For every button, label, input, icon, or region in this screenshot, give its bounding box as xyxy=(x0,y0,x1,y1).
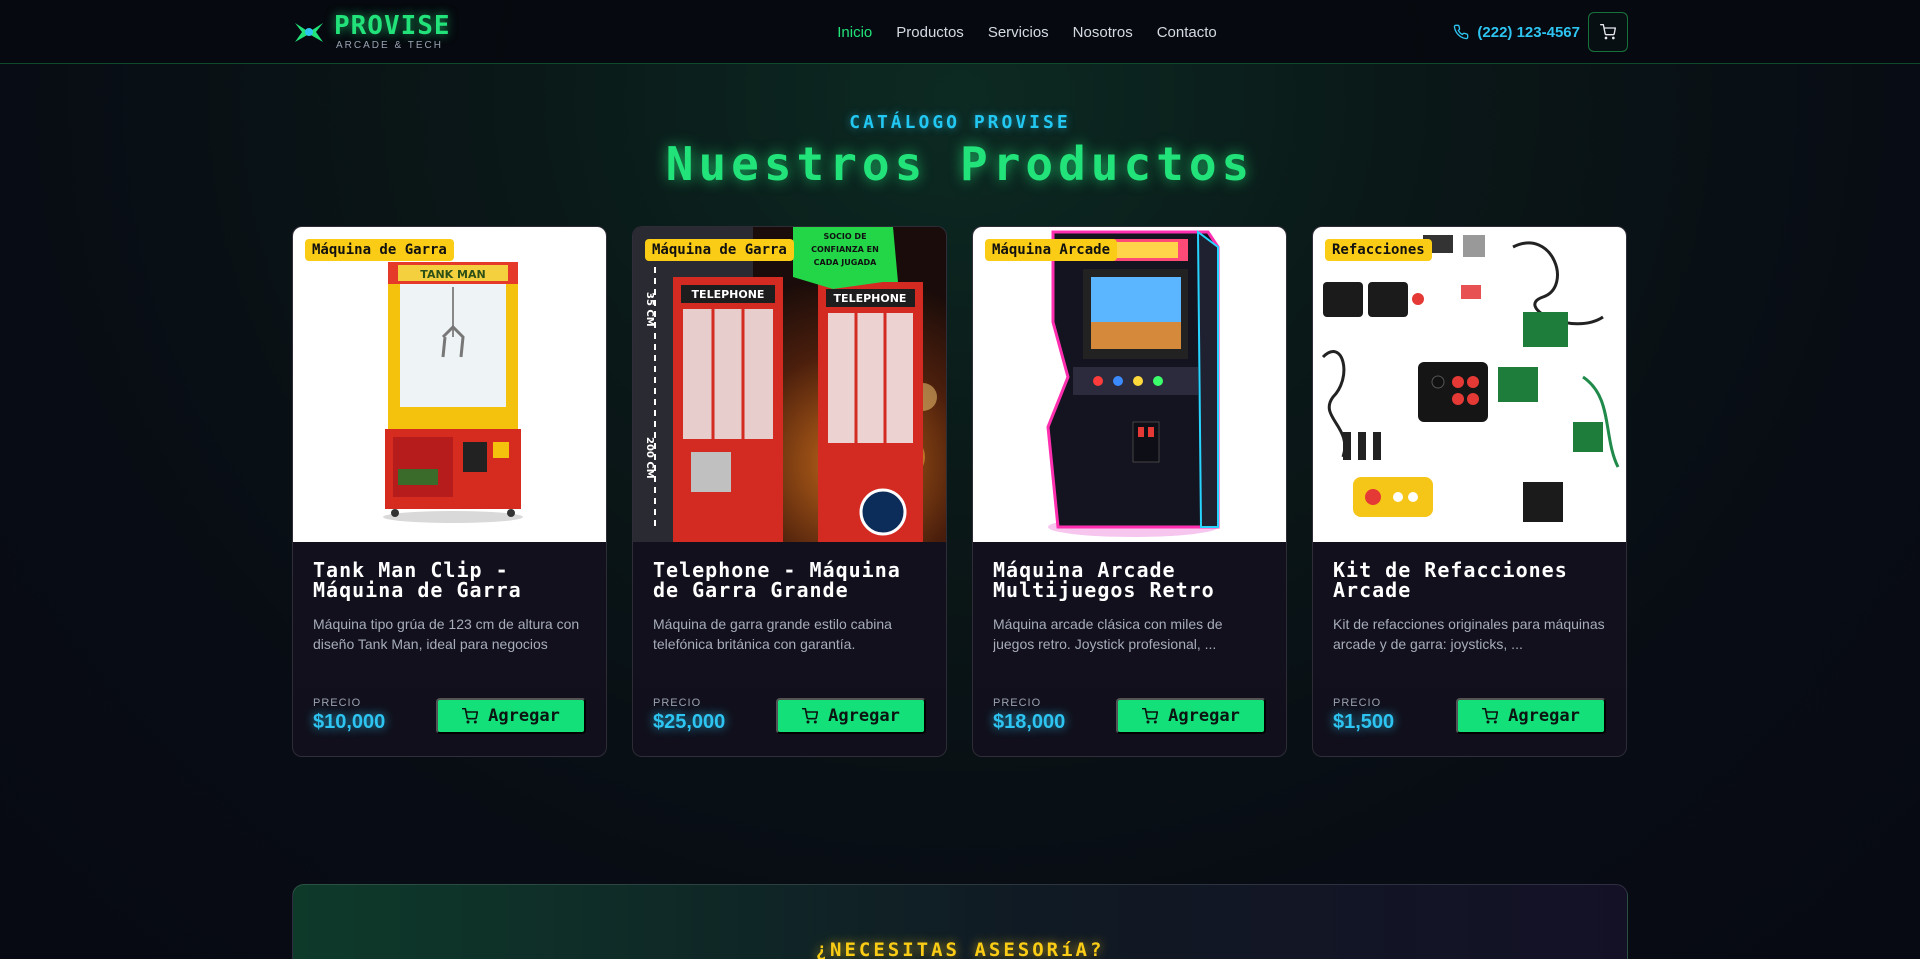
card-footer: PRECIO $18,000 Agregar xyxy=(993,697,1266,734)
product-card[interactable]: Máquina Arcade Máquina Arcade Multijuego… xyxy=(972,226,1287,757)
cart-icon xyxy=(802,708,819,724)
cart-button[interactable] xyxy=(1587,12,1628,52)
seal-line-3: CADA JUGADA xyxy=(814,258,878,267)
product-description: Máquina de garra grande estilo cabina te… xyxy=(653,616,892,652)
card-body: Kit de Refacciones Arcade Kit de refacci… xyxy=(1313,542,1626,672)
brand[interactable]: PROVISE ARCADE & TECH xyxy=(292,10,451,51)
product-image[interactable]: 35 CM 200 CM TELEPHONE TELEPHONE SOCIO D… xyxy=(633,227,946,542)
nav-link-nosotros[interactable]: Nosotros xyxy=(1073,24,1133,41)
navbar: PROVISE ARCADE & TECH Inicio Productos S… xyxy=(0,0,1920,64)
price-label: PRECIO xyxy=(313,697,362,709)
telephone-sign-left: TELEPHONE xyxy=(692,288,765,301)
product-price: $1,500 xyxy=(1333,711,1395,733)
page-title: Nuestros Productos xyxy=(665,137,1255,191)
nav-right: (222) 123-4567 xyxy=(1453,12,1628,52)
phone-number: (222) 123-4567 xyxy=(1477,23,1580,41)
logo-icon xyxy=(295,23,323,42)
product-description: Máquina tipo grúa de 123 cm de altura co… xyxy=(313,616,580,652)
price-label: PRECIO xyxy=(653,697,702,709)
product-title[interactable]: Telephone - Máquina de Garra Grande xyxy=(653,560,926,600)
category-badge: Máquina de Garra xyxy=(645,239,794,261)
card-body: Telephone - Máquina de Garra Grande Máqu… xyxy=(633,542,946,672)
tank-man-sign: TANK MAN xyxy=(420,268,485,281)
card-footer: PRECIO $1,500 Agregar xyxy=(1333,697,1606,734)
price-label: PRECIO xyxy=(1333,697,1382,709)
cart-icon xyxy=(1482,708,1499,724)
product-image[interactable]: Máquina Arcade xyxy=(973,227,1286,542)
seal-line-2: CONFIANZA EN xyxy=(811,245,879,254)
claw-machine-tank-image: TANK MAN xyxy=(293,227,606,542)
height-label-bottom: 200 CM xyxy=(644,437,655,479)
product-image[interactable]: TANK MAN Máquina de Garra xyxy=(293,227,606,542)
cart-icon xyxy=(1142,708,1159,724)
product-image[interactable]: Refacciones xyxy=(1313,227,1626,542)
add-to-cart-button[interactable]: Agregar xyxy=(436,698,586,734)
hero: CATÁLOGO PROVISE Nuestros Productos xyxy=(0,112,1920,191)
card-body: Máquina Arcade Multijuegos Retro Máquina… xyxy=(973,542,1286,672)
phone-icon xyxy=(1454,24,1469,40)
product-title[interactable]: Tank Man Clip - Máquina de Garra xyxy=(313,560,586,600)
price-block: PRECIO $1,500 xyxy=(1333,697,1394,734)
cart-icon xyxy=(462,708,479,724)
product-grid: TANK MAN Máquina de Garra Tank Man Clip … xyxy=(292,226,1628,757)
arcade-parts-kit-image xyxy=(1313,227,1626,542)
cta-title: ¿NECESITAS ASESORíA? xyxy=(815,939,1105,959)
price-block: PRECIO $10,000 xyxy=(313,697,385,734)
cart-icon xyxy=(1599,24,1616,40)
add-button-label: Agregar xyxy=(488,706,560,726)
product-card[interactable]: TANK MAN Máquina de Garra Tank Man Clip … xyxy=(292,226,607,757)
add-button-label: Agregar xyxy=(828,706,900,726)
nav-link-contacto[interactable]: Contacto xyxy=(1157,24,1217,41)
card-footer: PRECIO $10,000 Agregar xyxy=(313,697,586,734)
product-price: $10,000 xyxy=(313,711,386,733)
brand-name: PROVISE xyxy=(334,10,451,41)
price-block: PRECIO $25,000 xyxy=(653,697,725,734)
seal-line-1: SOCIO DE xyxy=(823,232,866,241)
height-label-top: 35 CM xyxy=(644,292,655,327)
add-button-label: Agregar xyxy=(1508,706,1580,726)
product-card[interactable]: 35 CM 200 CM TELEPHONE TELEPHONE SOCIO D… xyxy=(632,226,947,757)
product-card[interactable]: Refacciones Kit de Refacciones Arcade Ki… xyxy=(1312,226,1627,757)
category-badge: Refacciones xyxy=(1325,239,1432,261)
nav-links: Inicio Productos Servicios Nosotros Cont… xyxy=(837,24,1217,41)
brand-text: PROVISE ARCADE & TECH xyxy=(334,10,451,51)
product-price: $18,000 xyxy=(993,711,1066,733)
category-badge: Máquina de Garra xyxy=(305,239,454,261)
card-footer: PRECIO $25,000 Agregar xyxy=(653,697,926,734)
product-description: Kit de refacciones originales para máqui… xyxy=(1333,616,1605,652)
brand-tagline: ARCADE & TECH xyxy=(336,39,443,51)
card-body: Tank Man Clip - Máquina de Garra Máquina… xyxy=(293,542,606,672)
product-title[interactable]: Máquina Arcade Multijuegos Retro xyxy=(993,560,1266,600)
add-to-cart-button[interactable]: Agregar xyxy=(1456,698,1606,734)
product-title[interactable]: Kit de Refacciones Arcade xyxy=(1333,560,1606,600)
add-to-cart-button[interactable]: Agregar xyxy=(776,698,926,734)
catalog-kicker: CATÁLOGO PROVISE xyxy=(849,112,1071,133)
navbar-inner: PROVISE ARCADE & TECH Inicio Productos S… xyxy=(292,0,1628,64)
arcade-cabinet-image xyxy=(973,227,1286,542)
telephone-sign-right: TELEPHONE xyxy=(834,292,907,305)
cta-section: ¿NECESITAS ASESORíA? xyxy=(292,884,1628,959)
price-block: PRECIO $18,000 xyxy=(993,697,1065,734)
product-description: Máquina arcade clásica con miles de jueg… xyxy=(993,616,1223,652)
nav-link-inicio[interactable]: Inicio xyxy=(837,24,872,41)
product-price: $25,000 xyxy=(653,711,726,733)
add-button-label: Agregar xyxy=(1168,706,1240,726)
category-badge: Máquina Arcade xyxy=(985,239,1118,261)
nav-link-servicios[interactable]: Servicios xyxy=(988,24,1049,41)
price-label: PRECIO xyxy=(993,697,1042,709)
add-to-cart-button[interactable]: Agregar xyxy=(1116,698,1266,734)
nav-link-productos[interactable]: Productos xyxy=(896,24,964,41)
claw-machine-telephone-image: 35 CM 200 CM TELEPHONE TELEPHONE SOCIO D… xyxy=(633,227,946,542)
phone-link[interactable]: (222) 123-4567 xyxy=(1453,24,1580,41)
